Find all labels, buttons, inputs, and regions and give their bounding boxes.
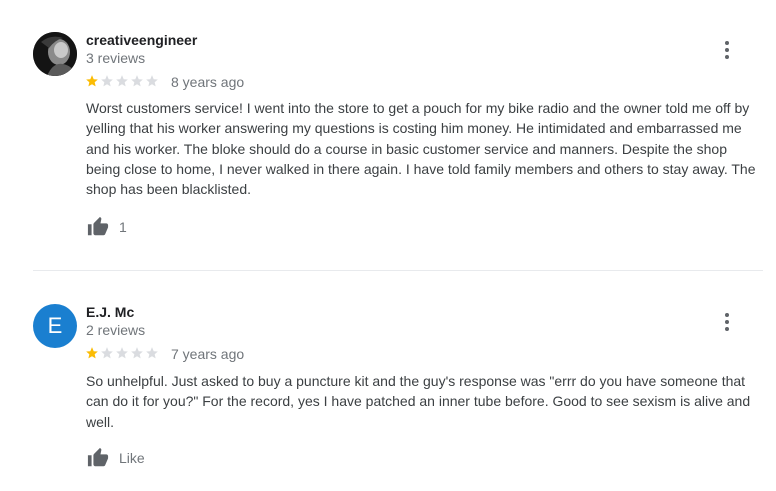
star-empty-icon [131, 347, 143, 359]
review-text: Worst customers service! I went into the… [86, 100, 756, 198]
more-options-button[interactable] [717, 38, 737, 62]
star-filled-icon [86, 347, 98, 359]
more-vert-dot [725, 48, 729, 52]
like-button[interactable]: Like [85, 447, 145, 469]
star-empty-icon [101, 75, 113, 87]
avatar[interactable]: E [33, 304, 77, 348]
star-empty-icon [116, 75, 128, 87]
more-vert-dot [725, 55, 729, 59]
review-time: 7 years ago [171, 346, 245, 362]
thumbs-up-icon [87, 216, 109, 236]
like-label: Like [119, 450, 145, 466]
star-rating [85, 74, 159, 88]
more-options-button[interactable] [717, 310, 737, 334]
review-time: 8 years ago [171, 74, 245, 90]
more-vert-dot [725, 327, 729, 331]
more-vert-dot [725, 320, 729, 324]
review-text: So unhelpful. Just asked to buy a punctu… [86, 373, 751, 430]
reviewer-name[interactable]: creativeengineer [86, 32, 197, 48]
avatar-letter: E [47, 313, 63, 338]
star-empty-icon [116, 347, 128, 359]
star-empty-icon [146, 75, 158, 87]
reviewer-review-count: 2 reviews [86, 322, 146, 338]
like-count: 1 [119, 219, 127, 235]
avatar[interactable] [33, 32, 77, 76]
user-photo-icon [33, 32, 77, 76]
star-rating [85, 346, 159, 360]
star-empty-icon [101, 347, 113, 359]
thumbs-up-icon [87, 447, 109, 467]
reviewer-review-count: 3 reviews [86, 50, 146, 66]
more-vert-icon [725, 313, 729, 317]
star-empty-icon [131, 75, 143, 87]
more-vert-icon [725, 41, 729, 45]
divider [33, 270, 763, 271]
star-filled-icon [86, 75, 98, 87]
like-button[interactable]: 1 [85, 216, 127, 238]
star-empty-icon [146, 347, 158, 359]
reviewer-name[interactable]: E.J. Mc [86, 304, 134, 320]
